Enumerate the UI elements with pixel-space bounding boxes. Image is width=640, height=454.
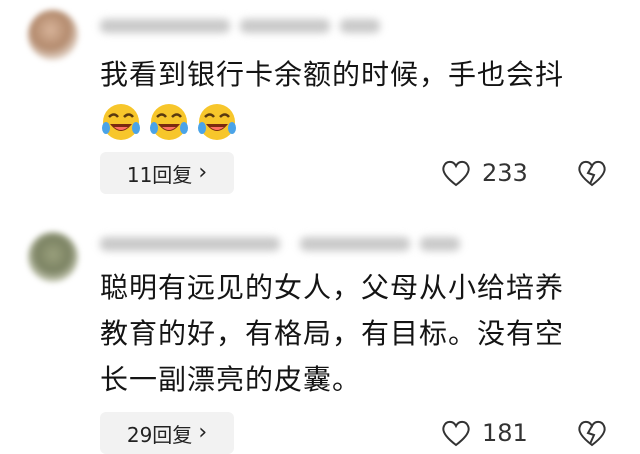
username-blurred[interactable] [100, 234, 460, 254]
like-button[interactable]: 181 [440, 412, 528, 454]
comment-text-line: 长一副漂亮的皮囊。 [100, 363, 362, 396]
like-count: 181 [482, 419, 528, 447]
replies-button[interactable]: 29回复 › [100, 412, 234, 454]
broken-heart-icon[interactable] [575, 418, 609, 448]
replies-label: 29回复 [126, 422, 193, 447]
chevron-right-icon: › [198, 420, 208, 445]
avatar[interactable] [28, 232, 78, 282]
comment-text: 聪明有远见的女人，父母从小给培养 教育的好，有格局，有目标。没有空 长一副漂亮的… [100, 265, 600, 403]
heart-outline-icon [442, 420, 470, 447]
comment-item: 聪明有远见的女人，父母从小给培养 教育的好，有格局，有目标。没有空 长一副漂亮的… [0, 0, 640, 454]
comment-text-line: 聪明有远见的女人，父母从小给培养 [100, 271, 565, 304]
comment-text-line: 教育的好，有格局，有目标。没有空 [100, 317, 565, 350]
